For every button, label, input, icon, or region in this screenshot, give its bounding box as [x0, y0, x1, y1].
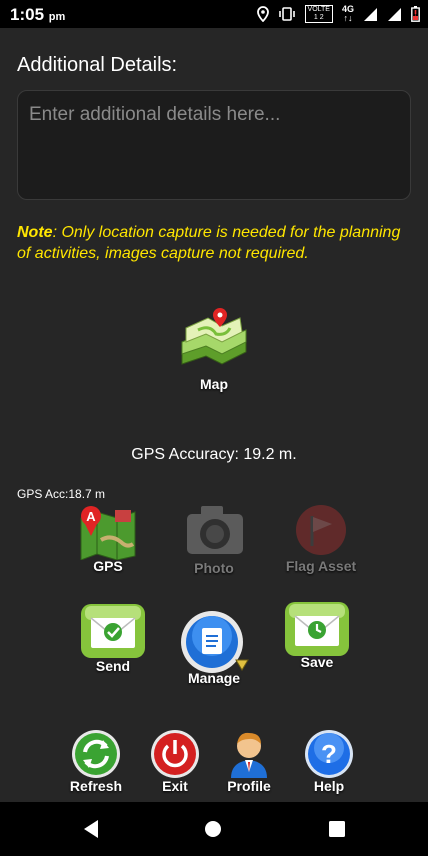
send-label: Send [95, 658, 131, 674]
flag-asset-label: Flag Asset [285, 558, 357, 574]
note-body: : Only location capture is needed for th… [17, 224, 401, 262]
additional-details-label: Additional Details: [17, 54, 178, 76]
manage-document-icon [181, 611, 249, 673]
svg-text:A: A [86, 509, 96, 524]
save-mail-icon [285, 602, 349, 656]
help-button[interactable]: ? Help [296, 728, 362, 794]
flag-icon [296, 505, 346, 555]
send-mail-icon [81, 604, 145, 658]
volte-line2: 1 2 [313, 14, 324, 21]
refresh-label: Refresh [69, 778, 123, 794]
gps-accuracy: GPS Accuracy: 19.2 m. [131, 446, 297, 463]
profile-button[interactable]: Profile [216, 728, 282, 794]
main-content: Additional Details: Note: Only location … [0, 28, 428, 802]
additional-details-input[interactable] [17, 90, 411, 200]
volte-line1: VOLTE [307, 6, 330, 13]
help-label: Help [313, 778, 345, 794]
help-icon: ? [305, 730, 353, 778]
signal-icon [364, 7, 377, 21]
save-label: Save [300, 654, 334, 670]
refresh-icon [72, 730, 120, 778]
home-icon[interactable] [204, 820, 222, 838]
signal-2-icon [388, 7, 401, 21]
photo-button[interactable]: Photo [178, 502, 250, 576]
exit-label: Exit [162, 778, 188, 794]
svg-text:?: ? [321, 739, 337, 769]
vibrate-icon [278, 7, 295, 21]
camera-icon [187, 506, 243, 554]
gps-acc-small: GPS Acc:18.7 m [17, 487, 106, 501]
profile-icon [231, 732, 267, 778]
gps-label: GPS [93, 558, 123, 574]
network-type: 4G ↑↓ [342, 5, 354, 23]
battery-low-icon [411, 6, 420, 22]
manage-button[interactable]: Manage [174, 608, 254, 686]
status-bar: 1:05 pm VOLTE 1 2 4G ↑↓ [0, 0, 428, 28]
network-arrows-icon: ↑↓ [343, 13, 353, 23]
manage-label: Manage [187, 670, 241, 686]
back-icon[interactable] [82, 819, 100, 839]
note-text: Note: Only location capture is needed fo… [17, 222, 417, 264]
profile-label: Profile [227, 778, 271, 794]
map-icon [181, 308, 247, 365]
gps-map-icon: A [80, 506, 136, 560]
status-time: 1:05 pm [10, 5, 65, 25]
map-label: Map [200, 376, 228, 392]
location-icon [256, 6, 269, 22]
flag-asset-button[interactable]: Flag Asset [276, 502, 366, 574]
status-icons: VOLTE 1 2 4G ↑↓ [256, 4, 420, 24]
save-button[interactable]: Save [277, 598, 357, 670]
volte-badge: VOLTE 1 2 [304, 5, 333, 23]
photo-label: Photo [194, 560, 234, 576]
send-button[interactable]: Send [73, 600, 153, 674]
note-prefix: Note [17, 224, 53, 241]
recent-apps-icon[interactable] [328, 820, 346, 838]
status-time-value: 1:05 [10, 5, 45, 24]
refresh-button[interactable]: Refresh [63, 728, 129, 794]
map-button[interactable]: Map [174, 306, 254, 392]
navigation-bar [0, 802, 428, 856]
gps-button[interactable]: A GPS [72, 502, 144, 574]
exit-button[interactable]: Exit [142, 728, 208, 794]
status-time-period: pm [48, 11, 66, 23]
power-icon [151, 730, 199, 778]
